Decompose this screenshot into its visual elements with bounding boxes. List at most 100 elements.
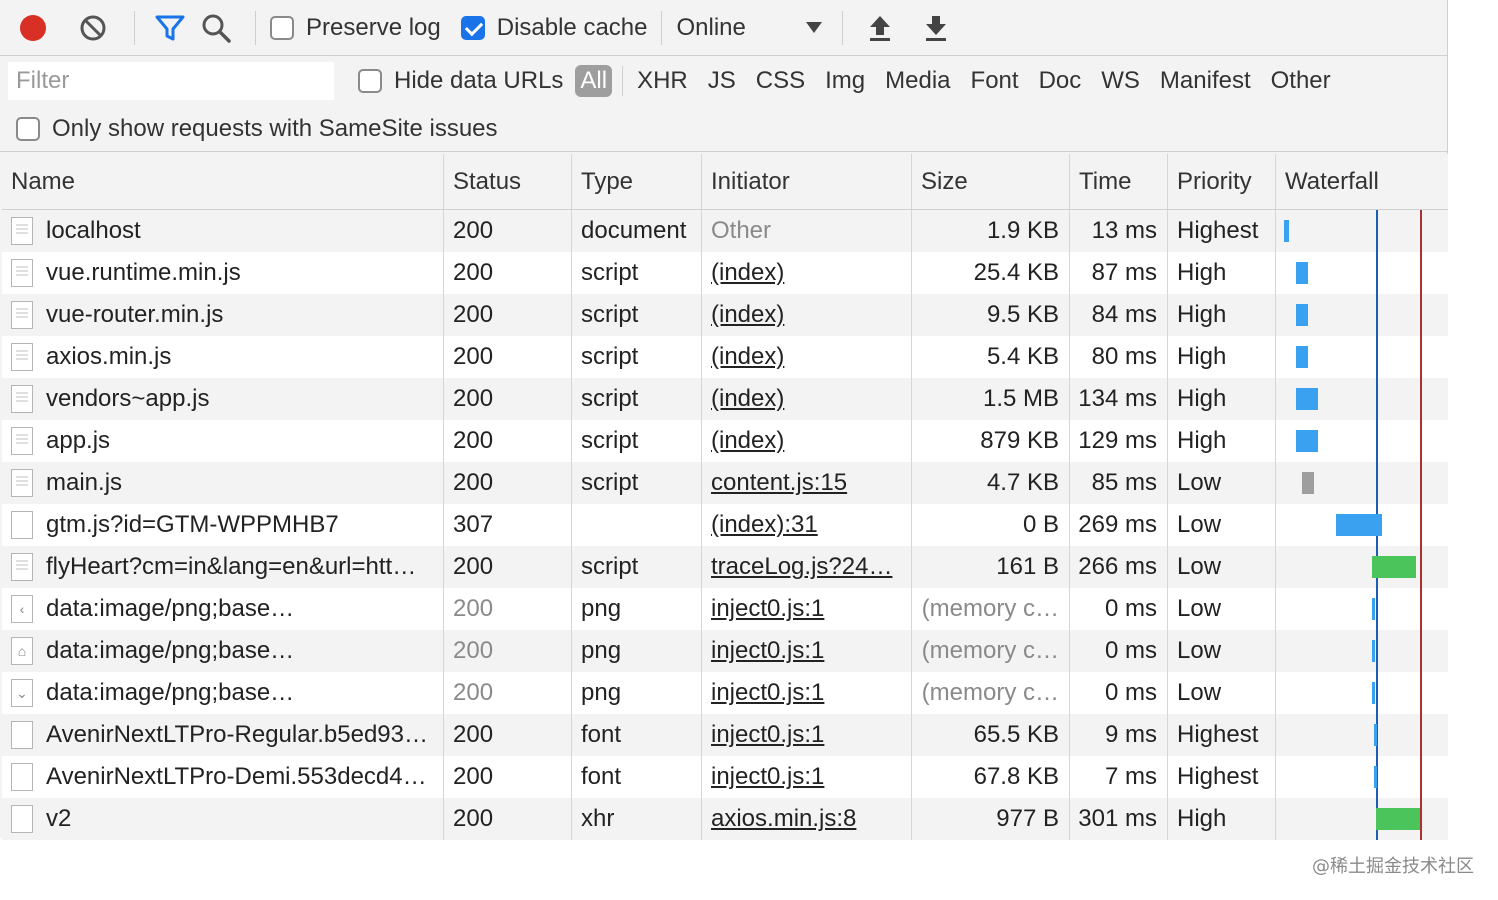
initiator-link[interactable]: (index) [711,385,784,413]
initiator-link[interactable]: inject0.js:1 [711,721,824,749]
cell-initiator[interactable]: (index) [702,294,912,336]
column-header-status[interactable]: Status [444,154,572,209]
type-filter-ws[interactable]: WS [1091,67,1150,95]
cell-initiator[interactable]: (index) [702,420,912,462]
table-row[interactable]: localhost 200 document Other 1.9 KB 13 ms High… [2,210,1448,252]
type-filter-img[interactable]: Img [815,67,875,95]
filter-toggle-button[interactable] [149,0,191,56]
table-row[interactable]: axios.min.js 200 script (index) 5.4 KB 80 ms H… [2,336,1448,378]
checkbox-box-checked[interactable] [460,15,485,40]
table-row[interactable]: v2 200 xhr axios.min.js:8 977 B 301 ms High [2,798,1448,840]
throttling-select[interactable]: Online [676,14,826,42]
cell-name[interactable]: app.js [2,420,444,462]
table-row[interactable]: vendors~app.js 200 script (index) 1.5 MB 134 … [2,378,1448,420]
checkbox-box[interactable] [270,15,294,40]
initiator-link[interactable]: inject0.js:1 [711,637,824,665]
hide-data-urls-checkbox[interactable]: Hide data URLs [358,67,563,95]
filter-input[interactable] [8,62,334,100]
checkbox-box[interactable] [358,69,382,93]
type-filter-xhr[interactable]: XHR [627,67,698,95]
initiator-link[interactable]: axios.min.js:8 [711,805,856,833]
file-icon [11,217,33,245]
type-filter-css[interactable]: CSS [746,67,815,95]
type-filter-other[interactable]: Other [1261,67,1341,95]
column-header-time[interactable]: Time [1070,154,1168,209]
cell-name[interactable]: v2 [2,798,444,840]
cell-initiator[interactable]: inject0.js:1 [702,630,912,672]
cell-priority: High [1168,252,1276,294]
cell-initiator[interactable]: content.js:15 [702,462,912,504]
initiator-link[interactable]: inject0.js:1 [711,679,824,707]
cell-name[interactable]: AvenirNextLTPro-Regular.b5ed93… [2,714,444,756]
initiator-link[interactable]: content.js:15 [711,469,847,497]
table-row[interactable]: main.js 200 script content.js:15 4.7 KB 85 ms… [2,462,1448,504]
toolbar-divider [255,10,256,45]
type-filter-js[interactable]: JS [698,67,746,95]
initiator-link[interactable]: inject0.js:1 [711,595,824,623]
column-header-priority[interactable]: Priority [1168,154,1276,209]
waterfall-bar [1296,388,1318,410]
cell-name[interactable]: vue.runtime.min.js [2,252,444,294]
cell-initiator[interactable]: (index) [702,378,912,420]
cell-name[interactable]: ⌄ data:image/png;base… [2,672,444,714]
initiator-link[interactable]: (index) [711,427,784,455]
cell-name[interactable]: localhost [2,210,444,252]
cell-initiator[interactable]: (index) [702,252,912,294]
type-filter-doc[interactable]: Doc [1029,67,1092,95]
table-row[interactable]: gtm.js?id=GTM-WPPMHB7 307 (index):31 0 B 269… [2,504,1448,546]
load-event-line [1420,252,1422,294]
cell-name[interactable]: main.js [2,462,444,504]
table-row[interactable]: ‹ data:image/png;base… 200 png inject0.js:1 (… [2,588,1448,630]
search-button[interactable] [191,0,241,56]
record-button[interactable] [0,0,66,56]
cell-initiator[interactable]: inject0.js:1 [702,714,912,756]
cell-name[interactable]: ⌂ data:image/png;base… [2,630,444,672]
export-har-button[interactable] [903,0,969,56]
cell-name[interactable]: flyHeart?cm=in&lang=en&url=htt… [2,546,444,588]
column-header-name[interactable]: Name [2,154,444,209]
initiator-link[interactable]: (index) [711,301,784,329]
table-row[interactable]: ⌄ data:image/png;base… 200 png inject0.js:1 (… [2,672,1448,714]
samesite-checkbox[interactable]: Only show requests with SameSite issues [16,115,498,143]
cell-name[interactable]: ‹ data:image/png;base… [2,588,444,630]
cell-initiator[interactable]: inject0.js:1 [702,588,912,630]
preserve-log-checkbox[interactable]: Preserve log [270,14,441,42]
table-row[interactable]: vue-router.min.js 200 script (index) 9.5 KB 8… [2,294,1448,336]
cell-priority: Low [1168,504,1276,546]
cell-name[interactable]: AvenirNextLTPro-Demi.553decd4… [2,756,444,798]
initiator-link[interactable]: (index) [711,259,784,287]
table-row[interactable]: AvenirNextLTPro-Demi.553decd4… 200 font inj… [2,756,1448,798]
type-filter-media[interactable]: Media [875,67,960,95]
clear-button[interactable] [66,0,120,56]
cell-initiator[interactable]: inject0.js:1 [702,756,912,798]
cell-initiator[interactable]: axios.min.js:8 [702,798,912,840]
type-filter-manifest[interactable]: Manifest [1150,67,1261,95]
cell-name[interactable]: gtm.js?id=GTM-WPPMHB7 [2,504,444,546]
table-row[interactable]: app.js 200 script (index) 879 KB 129 ms High [2,420,1448,462]
disable-cache-checkbox[interactable]: Disable cache [460,14,647,42]
cell-initiator[interactable]: (index) [702,336,912,378]
cell-name[interactable]: vendors~app.js [2,378,444,420]
cell-initiator[interactable]: inject0.js:1 [702,672,912,714]
column-header-waterfall[interactable]: Waterfall [1276,154,1448,209]
table-row[interactable]: AvenirNextLTPro-Regular.b5ed93… 200 font in… [2,714,1448,756]
type-filter-all[interactable]: All [575,65,613,97]
table-row[interactable]: vue.runtime.min.js 200 script (index) 25.4 K… [2,252,1448,294]
cell-name[interactable]: axios.min.js [2,336,444,378]
cell-initiator[interactable]: traceLog.js?24… [702,546,912,588]
table-row[interactable]: flyHeart?cm=in&lang=en&url=htt… 200 script… [2,546,1448,588]
initiator-link[interactable]: (index) [711,343,784,371]
column-header-type[interactable]: Type [572,154,702,209]
type-filter-font[interactable]: Font [961,67,1029,95]
initiator-link[interactable]: traceLog.js?24… [711,553,892,581]
cell-name[interactable]: vue-router.min.js [2,294,444,336]
import-har-button[interactable] [857,0,903,56]
initiator-link[interactable]: (index):31 [711,511,818,539]
checkbox-box[interactable] [16,116,40,141]
table-row[interactable]: ⌂ data:image/png;base… 200 png inject0.js:1 (… [2,630,1448,672]
request-name: vendors~app.js [46,385,210,412]
initiator-link[interactable]: inject0.js:1 [711,763,824,791]
column-header-initiator[interactable]: Initiator [702,154,912,209]
cell-initiator[interactable]: (index):31 [702,504,912,546]
column-header-size[interactable]: Size [912,154,1070,209]
